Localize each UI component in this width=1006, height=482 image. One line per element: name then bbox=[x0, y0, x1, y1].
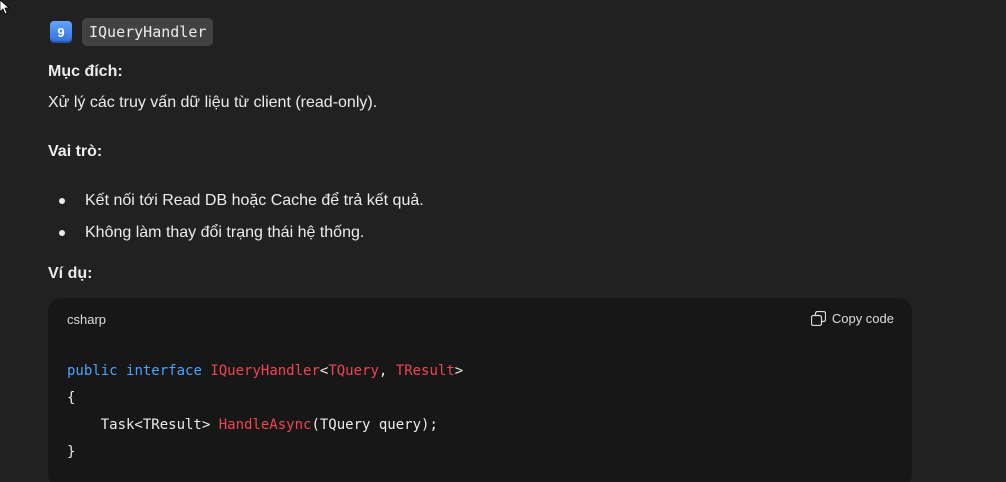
role-list: Kết nối tới Read DB hoặc Cache để trả kế… bbox=[48, 190, 424, 254]
code-type-param-tresult: TResult bbox=[395, 363, 455, 379]
code-method-params: (TQuery query); bbox=[311, 417, 438, 433]
code-type-param-tquery: TQuery bbox=[328, 363, 379, 379]
code-close-brace: } bbox=[67, 444, 76, 460]
list-item: Không làm thay đổi trạng thái hệ thống. bbox=[48, 222, 424, 254]
mouse-pointer-icon bbox=[0, 0, 10, 14]
purpose-label: Mục đích: bbox=[48, 63, 123, 80]
keycap-number-icon: 9 bbox=[50, 21, 72, 43]
code-content: public interface IQueryHandler<TQuery, T… bbox=[67, 358, 463, 466]
purpose-text: Xử lý các truy vấn dữ liệu từ client (re… bbox=[48, 94, 378, 111]
code-block-header: csharp Copy code bbox=[48, 298, 912, 342]
copy-icon bbox=[810, 311, 826, 326]
code-interface-name: IQueryHandler bbox=[210, 363, 320, 379]
code-punct-gt: > bbox=[454, 363, 464, 379]
heading-inline-code: IQueryHandler bbox=[82, 18, 214, 46]
code-keyword-public: public bbox=[67, 363, 118, 379]
code-language-label: csharp bbox=[67, 312, 107, 327]
example-label: Ví dụ: bbox=[48, 265, 93, 282]
code-punct-comma: , bbox=[378, 363, 396, 379]
copy-code-label: Copy code bbox=[831, 311, 894, 326]
code-keyword-interface: interface bbox=[126, 363, 202, 379]
section-heading: 9 IQueryHandler bbox=[50, 18, 214, 46]
code-method-name: HandleAsync bbox=[218, 417, 312, 433]
code-return-type: Task<TResult> bbox=[67, 417, 219, 433]
role-label: Vai trò: bbox=[48, 143, 103, 160]
list-item: Kết nối tới Read DB hoặc Cache để trả kế… bbox=[48, 190, 424, 222]
copy-code-button[interactable]: Copy code bbox=[810, 311, 894, 326]
code-open-brace: { bbox=[67, 390, 76, 406]
chat-message: 9 IQueryHandler Mục đích: Xử lý các truy… bbox=[0, 0, 1006, 482]
code-block: csharp Copy code public interface IQuery… bbox=[48, 298, 912, 482]
